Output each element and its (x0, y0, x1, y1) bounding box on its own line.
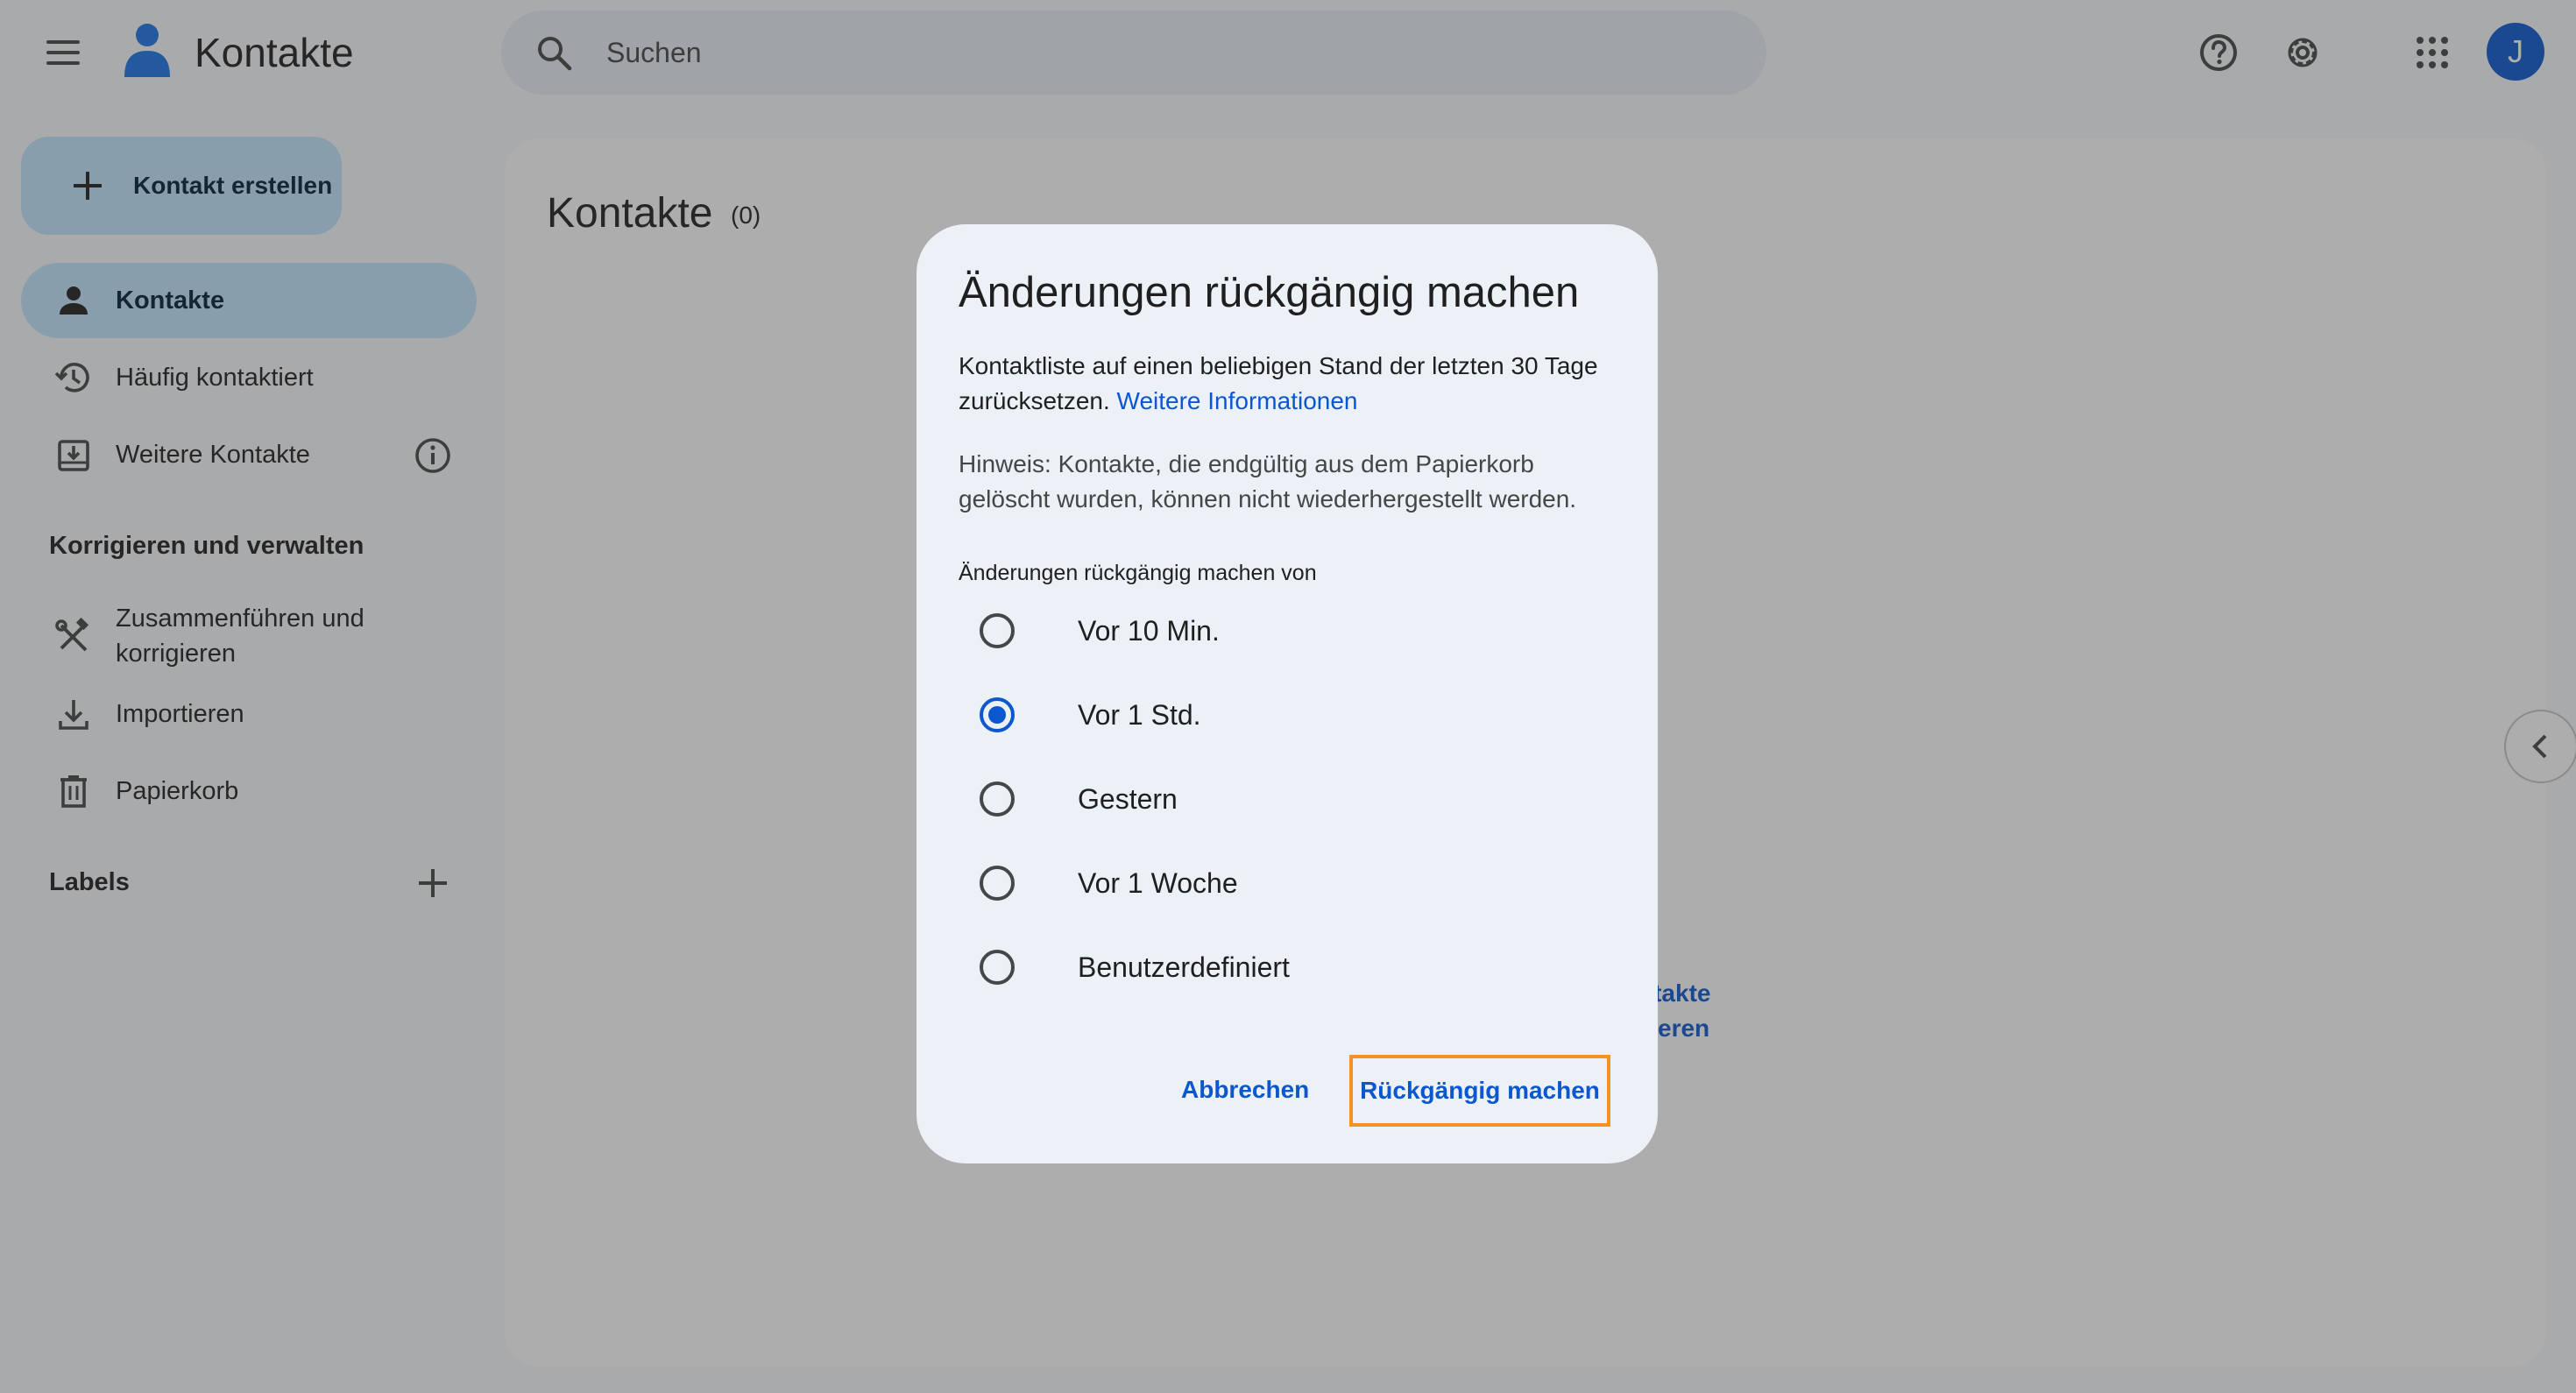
radio-button[interactable] (980, 781, 1015, 817)
option-label: Gestern (1078, 783, 1178, 815)
option-label: Vor 1 Std. (1078, 699, 1201, 731)
radio-button[interactable] (980, 950, 1015, 985)
option-label: Vor 1 Woche (1078, 867, 1238, 899)
radio-button[interactable] (980, 866, 1015, 901)
option-1-week[interactable]: Vor 1 Woche (980, 848, 1593, 918)
undo-button[interactable]: Rückgängig machen (1349, 1055, 1610, 1127)
radio-button-checked[interactable] (980, 697, 1015, 732)
option-1-hour[interactable]: Vor 1 Std. (980, 680, 1593, 750)
dialog-title: Änderungen rückgängig machen (959, 269, 1580, 316)
radio-button[interactable] (980, 613, 1015, 648)
option-label: Benutzerdefiniert (1078, 951, 1290, 983)
cancel-button[interactable]: Abbrechen (1181, 1072, 1309, 1107)
option-10-minutes[interactable]: Vor 10 Min. (980, 596, 1593, 666)
learn-more-link[interactable]: Weitere Informationen (1117, 387, 1358, 414)
option-yesterday[interactable]: Gestern (980, 764, 1593, 834)
option-label: Vor 10 Min. (1078, 615, 1220, 647)
options-label: Änderungen rückgängig machen von (959, 561, 1317, 585)
dialog-note: Hinweis: Kontakte, die endgültig aus dem… (959, 450, 1577, 513)
dialog-description: Kontaktliste auf einen beliebigen Stand … (959, 349, 1624, 419)
undo-button-label: Rückgängig machen (1360, 1077, 1600, 1104)
option-custom[interactable]: Benutzerdefiniert (980, 932, 1593, 1002)
undo-changes-dialog: Änderungen rückgängig machen Kontaktlist… (916, 224, 1658, 1163)
